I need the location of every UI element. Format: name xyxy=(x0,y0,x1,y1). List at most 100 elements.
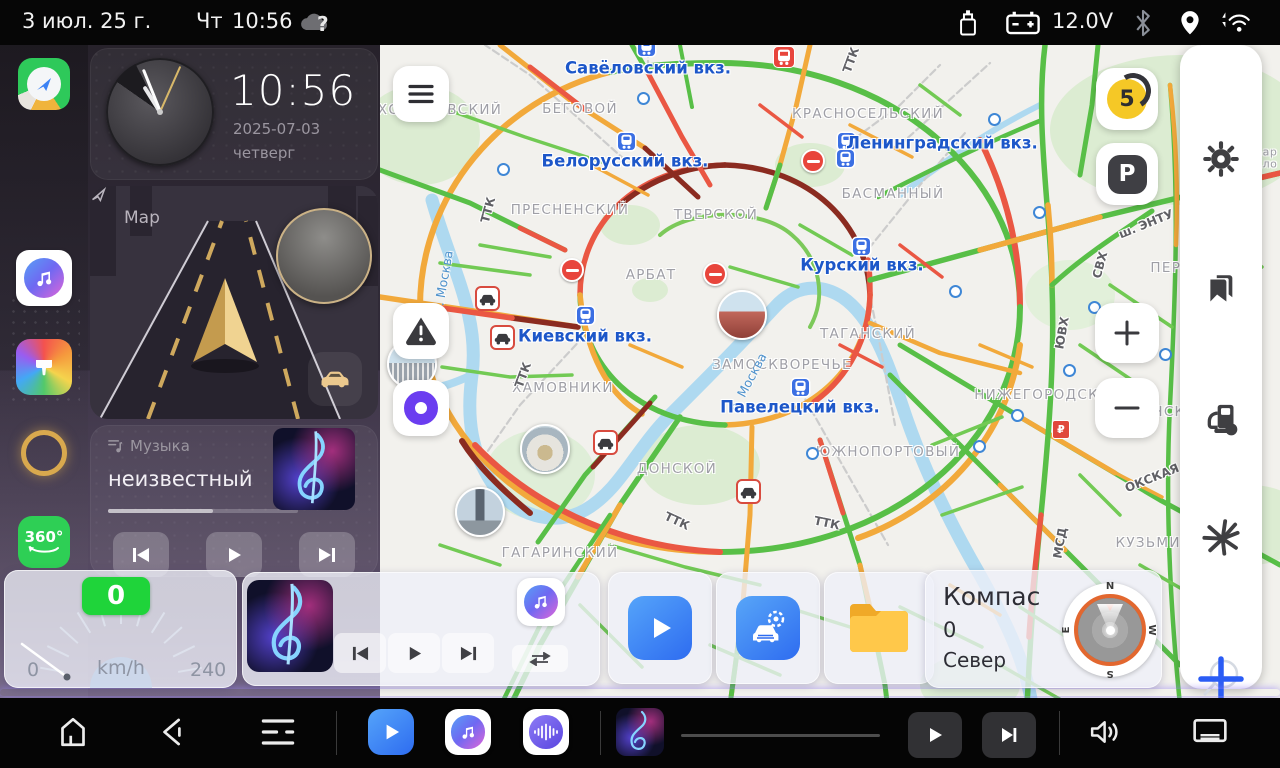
car-settings-icon xyxy=(736,596,800,660)
themes-app-icon[interactable] xyxy=(16,339,72,395)
assistant-ring-icon[interactable] xyxy=(21,430,67,476)
track-title: неизвестный xyxy=(108,467,253,491)
station-label: Белорусский вкз. xyxy=(542,152,709,171)
district-label: КРАСНОСЕЛЬСКИЙ xyxy=(792,106,944,122)
now-playing-thumbnail[interactable] xyxy=(616,708,664,756)
location-icon xyxy=(1177,8,1203,42)
digital-time: 10:56 xyxy=(230,66,356,115)
music-app-button[interactable] xyxy=(445,709,491,755)
speedometer-widget[interactable]: 0 0 km/h 240 xyxy=(4,570,237,688)
train-station-icon[interactable] xyxy=(638,45,655,56)
train-station-icon[interactable] xyxy=(577,307,594,324)
music-app-icon[interactable] xyxy=(16,250,72,306)
district-label: БЕГОВОЙ xyxy=(542,101,618,117)
music-app-shortcut[interactable] xyxy=(517,578,565,626)
wifi-icon[interactable] xyxy=(1218,8,1254,42)
accident-marker[interactable] xyxy=(475,286,500,311)
parking-button[interactable]: P xyxy=(1096,143,1158,205)
laser-alerts-button[interactable] xyxy=(1201,517,1241,557)
display-off-button[interactable] xyxy=(1186,708,1234,756)
file-manager-app-card[interactable] xyxy=(824,572,934,684)
rotate-arrow-icon xyxy=(27,545,61,555)
voltage-value: 12.0V xyxy=(1052,9,1113,33)
accident-marker[interactable] xyxy=(593,430,618,455)
fuel-stations-button[interactable] xyxy=(1201,399,1241,439)
navigation-widget[interactable]: Map xyxy=(90,186,378,419)
weather-unknown-icon[interactable]: ? xyxy=(296,6,332,42)
voice-app-button[interactable] xyxy=(523,709,569,755)
station-label: Павелецкий вкз. xyxy=(720,398,880,417)
video-player-app-button[interactable] xyxy=(368,709,414,755)
transit-alert-marker[interactable] xyxy=(773,46,795,68)
compass-heading: 0 xyxy=(943,618,956,642)
zoom-out-button[interactable] xyxy=(1095,378,1159,438)
car-mode-button[interactable] xyxy=(308,352,362,406)
camera-360-app-icon[interactable]: 360° xyxy=(18,516,70,568)
recents-button[interactable] xyxy=(254,708,302,756)
play-app-icon xyxy=(380,721,402,743)
laser-burst-icon xyxy=(1201,517,1241,557)
bookmarks-button[interactable] xyxy=(1201,268,1241,308)
compass-n: N xyxy=(1106,581,1114,592)
road-label: МСД xyxy=(1050,526,1069,559)
landmark-photo-marker[interactable] xyxy=(455,487,505,537)
district-label-fragment: ло xyxy=(1263,158,1278,171)
settings-button[interactable] xyxy=(1201,139,1241,179)
waveform-icon xyxy=(533,723,559,741)
road-label: ТТК xyxy=(840,45,862,74)
play-icon xyxy=(926,726,944,744)
player-play-button[interactable] xyxy=(388,633,440,673)
mini-player-widget[interactable] xyxy=(242,572,600,686)
map-menu-button[interactable] xyxy=(393,66,449,122)
player-next-button[interactable] xyxy=(442,633,494,673)
clock-widget[interactable]: 10:56 2025-07-03 четверг xyxy=(90,48,378,180)
music-note-icon xyxy=(32,266,56,290)
train-station-icon[interactable] xyxy=(618,133,635,150)
parking-label: P xyxy=(1119,161,1136,187)
navbar-track-progress[interactable] xyxy=(681,734,880,737)
navigator-app-icon[interactable] xyxy=(18,58,70,110)
road-label: ТТК xyxy=(478,196,498,225)
back-button[interactable] xyxy=(150,708,196,756)
landmark-photo-marker[interactable] xyxy=(717,290,767,340)
music-widget[interactable]: Музыка неизвестный xyxy=(90,425,378,577)
no-entry-marker[interactable] xyxy=(801,149,825,173)
volume-button[interactable] xyxy=(1082,708,1130,756)
next-track-button[interactable] xyxy=(299,532,355,577)
video-player-app-card[interactable] xyxy=(608,572,712,684)
paid-road-marker[interactable]: ₽ xyxy=(1052,420,1070,439)
parking-icon: P xyxy=(1108,155,1147,194)
battery-icon xyxy=(1004,8,1042,42)
no-entry-marker[interactable] xyxy=(703,262,727,286)
metro-entrance-dot xyxy=(637,92,650,105)
traffic-light-icon: 5 xyxy=(1107,79,1147,119)
track-progress-bar[interactable] xyxy=(108,509,298,513)
station-label: Савёловский вкз. xyxy=(565,59,731,78)
gauge-max: 240 xyxy=(190,659,226,681)
paper-plane-icon xyxy=(34,74,54,94)
home-button[interactable] xyxy=(50,708,96,756)
accident-marker[interactable] xyxy=(490,325,515,350)
player-prev-button[interactable] xyxy=(334,633,386,673)
train-station-icon[interactable] xyxy=(792,379,809,396)
compass-widget[interactable]: Компас 0 Север N S W E xyxy=(925,570,1162,688)
play-icon xyxy=(406,645,423,662)
navbar-play-button[interactable] xyxy=(908,712,962,758)
district-label: АРБАТ xyxy=(626,267,677,283)
road-label: ТТК xyxy=(662,509,692,533)
train-station-icon[interactable] xyxy=(853,238,870,255)
zoom-in-button[interactable] xyxy=(1095,303,1159,363)
alice-assistant-button[interactable] xyxy=(393,380,449,436)
audio-source-swap-button[interactable] xyxy=(512,645,568,672)
landmark-photo-marker[interactable] xyxy=(520,424,570,474)
district-label: ЗАМОСКВОРЕЧЬЕ xyxy=(712,357,852,373)
accident-marker[interactable] xyxy=(736,479,761,504)
car-settings-app-card[interactable] xyxy=(716,572,820,684)
bluetooth-icon[interactable] xyxy=(1132,8,1154,42)
navbar-next-button[interactable] xyxy=(982,712,1036,758)
compass-dial xyxy=(1074,594,1146,666)
road-alert-report-button[interactable] xyxy=(393,303,449,359)
no-entry-marker[interactable] xyxy=(560,258,584,282)
previous-icon xyxy=(131,546,151,564)
traffic-level-button[interactable]: 5 xyxy=(1096,68,1158,130)
